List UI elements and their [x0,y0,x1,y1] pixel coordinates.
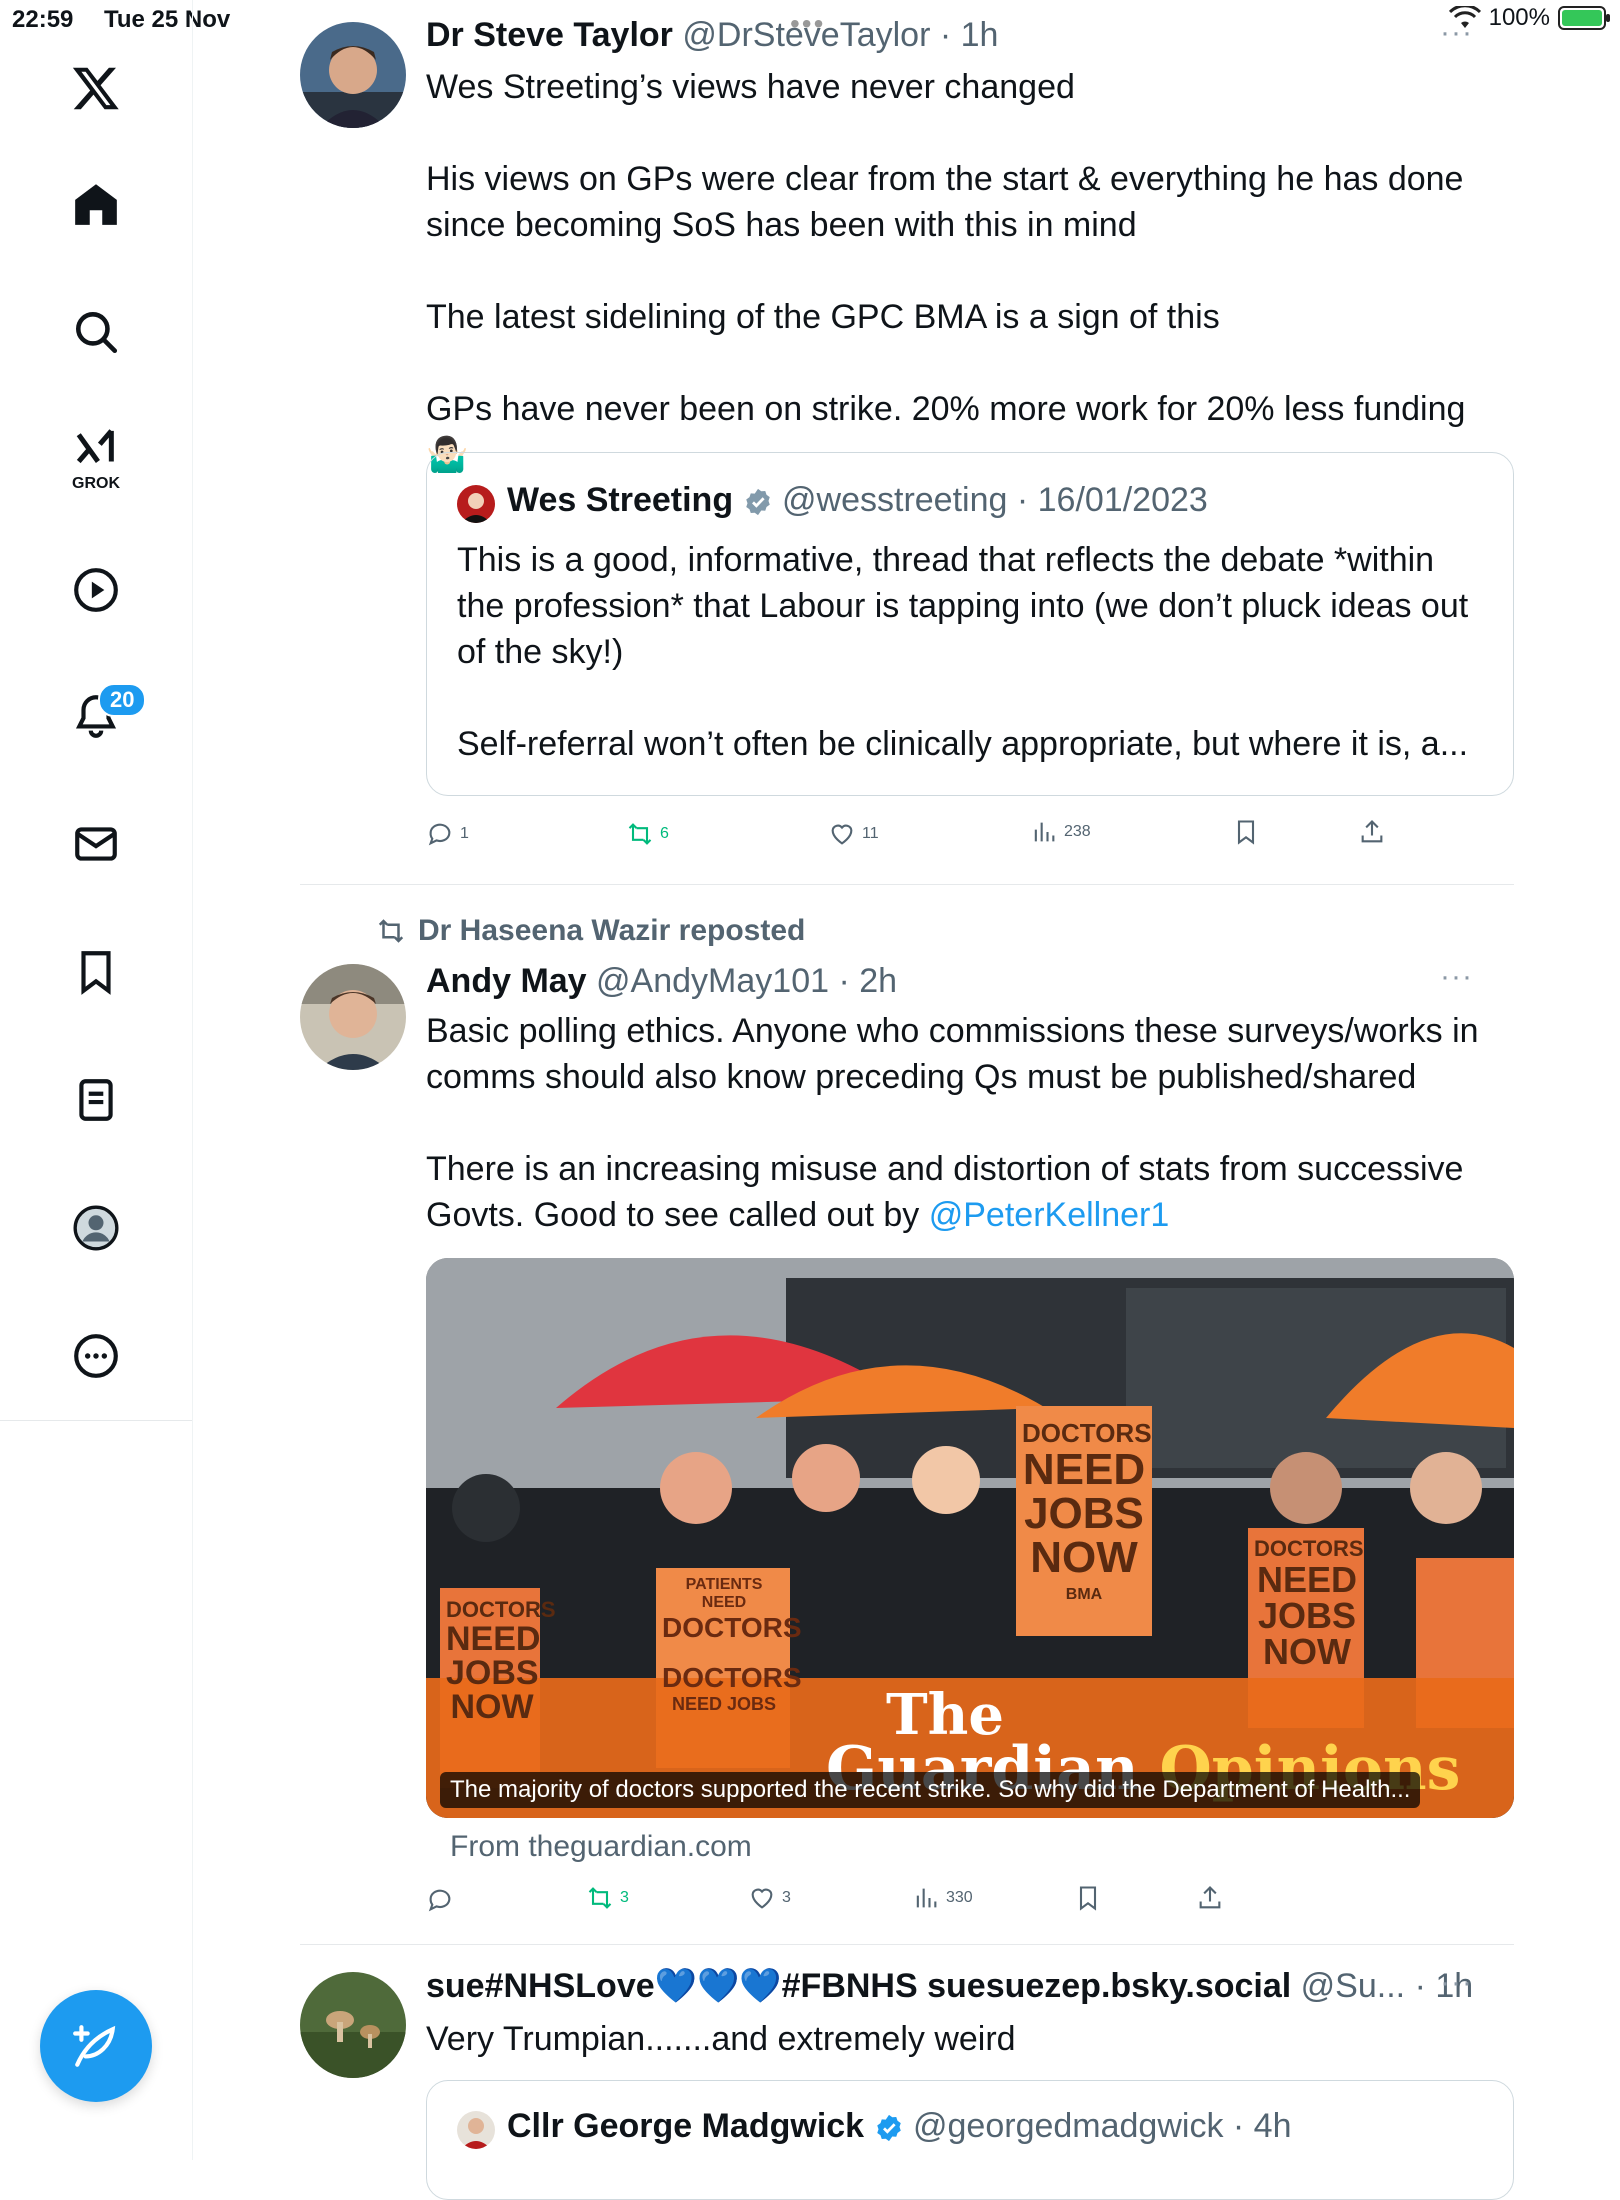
quoted-author-name: Wes Streeting [507,481,734,519]
reply-button[interactable] [426,1886,460,1914]
post-time[interactable]: · 1h [940,16,999,54]
sign-text-1: DOCTORS NEED JOBS NOW [446,1597,556,1726]
sidebar-divider [0,1420,192,1421]
post-time[interactable]: · 2h [838,962,897,1000]
post-header: Dr Steve Taylor @DrSteveTaylor · 1h [426,16,998,55]
author-handle[interactable]: @DrSteveTaylor [682,16,930,54]
reposted-by-line[interactable]: Dr Haseena Wazir reposted [376,914,805,948]
grok-label: GROK [72,475,120,492]
bookmark-button[interactable] [1074,1884,1102,1912]
repost-count: 3 [620,1889,629,1906]
x-logo-icon[interactable] [56,48,136,128]
quoted-post[interactable]: Wes Streeting @wesstreeting · 16/01/2023… [426,452,1514,796]
reply-count: 1 [460,825,469,842]
sign-text-3: DOCTORS NEED JOBS NOW BMA [1022,1418,1152,1603]
views-chart-icon [1034,822,1055,842]
search-icon[interactable] [56,292,136,372]
repost-count: 6 [660,825,669,842]
repost-button[interactable]: 6 [626,820,669,848]
share-button[interactable] [1358,818,1386,846]
post-more-icon[interactable]: ··· [1440,960,1473,994]
avatar-steve-taylor[interactable] [300,22,406,128]
quoted-author-handle: @wesstreeting [782,481,1008,519]
quoted-post-date: · 16/01/2023 [1016,481,1208,519]
messages-icon[interactable] [56,804,136,884]
notifications-badge: 20 [98,683,147,717]
post-separator [300,1944,1514,1945]
reply-icon [428,1889,451,1912]
compose-post-button[interactable] [40,1990,152,2102]
post-separator [300,884,1514,885]
home-icon[interactable] [56,164,136,244]
post-more-icon[interactable]: ··· [1440,1966,1473,2000]
battery-icon [1558,6,1610,30]
verified-badge-icon [745,488,770,516]
avatar-andy-may[interactable] [300,964,406,1070]
profile-avatar-icon[interactable] [56,1188,136,1268]
link-card-source[interactable]: From theguardian.com [450,1830,752,1864]
bookmarks-icon[interactable] [56,932,136,1012]
avatar-sue[interactable] [300,1972,406,2078]
views-chart-icon [916,1888,937,1908]
quoted-post[interactable]: Cllr George Madgwick @georgedmadgwick · … [426,2080,1514,2200]
reposted-by-text: Dr Haseena Wazir reposted [418,914,806,947]
like-count: 3 [782,1889,791,1906]
share-icon [1199,1886,1221,1909]
post-text: Basic polling ethics. Anyone who commiss… [426,1008,1506,1238]
heart-icon [751,1888,773,1909]
link-card-image[interactable]: DOCTORS NEED JOBS NOW PATIENTS NEED DOCTORS … [426,1258,1514,1818]
mention-link[interactable]: @PeterKellner1 [929,1196,1170,1234]
repost-icon [588,1887,612,1909]
heart-icon [831,824,853,845]
quoted-avatar [457,2111,495,2149]
quoted-header: Cllr George Madgwick @georgedmadgwick · … [507,2107,1292,2146]
author-name[interactable]: sue#NHSLove💙💙💙#FBNHS suesuezep.bsky.soci… [426,1967,1291,2005]
like-button[interactable]: 11 [828,820,879,848]
author-handle[interactable]: @Su... [1301,1967,1405,2005]
like-count: 11 [862,825,879,842]
link-card-caption: The majority of doctors supported the re… [440,1772,1421,1808]
quoted-author-handle: @georgedmadgwick [913,2107,1224,2145]
like-button[interactable]: 3 [748,1884,791,1912]
quoted-author-name: Cllr George Madgwick [507,2107,865,2145]
views-button[interactable]: 330 [912,1884,973,1912]
share-icon [1361,820,1383,843]
more-options-icon[interactable] [56,1316,136,1396]
quoted-avatar [457,485,495,523]
post-more-icon[interactable]: ··· [1440,16,1473,50]
post-text: Wes Streeting’s views have never changed… [426,68,1466,474]
post-header: sue#NHSLove💙💙💙#FBNHS suesuezep.bsky.soci… [426,1966,1473,2006]
bookmark-icon [1079,1886,1097,1911]
quoted-header: Wes Streeting @wesstreeting · 16/01/2023 [507,481,1208,520]
verified-badge-icon [876,2114,901,2142]
views-button[interactable]: 238 [1030,818,1091,846]
repost-small-icon [378,919,404,943]
reply-icon [428,823,451,846]
video-icon[interactable] [56,550,136,630]
post-header: Andy May @AndyMay101 · 2h [426,962,897,1001]
feather-plus-icon [73,2025,116,2067]
reply-button[interactable]: 1 [426,820,469,848]
sign-text-2: PATIENTS NEED DOCTORS DOCTORS NEED JOBS [662,1576,802,1714]
sidebar: GROK 20 [0,0,193,2160]
bookmark-button[interactable] [1232,818,1260,846]
sign-text-4: DOCTORS NEED JOBS NOW [1254,1536,1364,1672]
views-count: 238 [1064,823,1091,840]
battery-percent: 100% [1488,4,1550,31]
bookmark-icon [1237,820,1255,845]
quoted-post-time: · 4h [1232,2107,1292,2145]
quoted-text: This is a good, informative, thread that… [457,541,1469,763]
author-name[interactable]: Andy May [426,962,587,1000]
lists-icon[interactable] [56,1060,136,1140]
grok-icon[interactable]: GROK [56,420,136,500]
author-name[interactable]: Dr Steve Taylor [426,16,673,54]
post-text: Very Trumpian.......and extremely weird [426,2020,1016,2058]
author-handle[interactable]: @AndyMay101 [596,962,829,1000]
repost-icon [628,823,652,845]
share-button[interactable] [1196,1884,1224,1912]
repost-button[interactable]: 3 [586,1884,629,1912]
views-count: 330 [946,1889,973,1906]
